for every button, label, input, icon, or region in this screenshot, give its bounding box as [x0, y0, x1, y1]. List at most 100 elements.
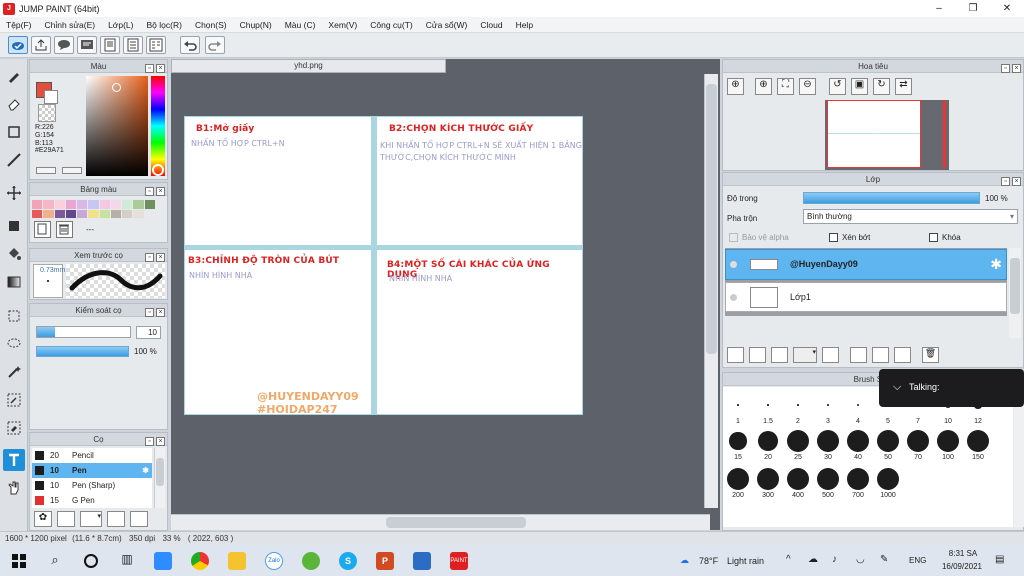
rectangle-tool[interactable]	[3, 121, 25, 143]
panel-close-icon[interactable]: ×	[156, 253, 165, 262]
brush-opacity-slider[interactable]	[36, 346, 129, 357]
brush-size-dot[interactable]	[856, 403, 860, 407]
scroll-thumb[interactable]	[386, 517, 526, 528]
rect-select-tool[interactable]	[3, 305, 25, 327]
background-color-swatch[interactable]	[44, 90, 58, 104]
brush-size-dot[interactable]	[967, 430, 989, 452]
select-pen-tool[interactable]	[3, 389, 25, 411]
clock-date[interactable]: 16/09/2021	[934, 562, 990, 571]
hue-slider-handle[interactable]	[152, 164, 164, 176]
swatch[interactable]	[77, 200, 88, 209]
grid-doc-button[interactable]	[123, 36, 143, 54]
menu-color[interactable]: Màu (C)	[279, 20, 323, 30]
clip-checkbox[interactable]: Xén bớt	[829, 233, 870, 242]
text-tool[interactable]	[3, 449, 25, 471]
canvas-horizontal-scrollbar[interactable]	[171, 514, 710, 530]
swatch[interactable]	[65, 209, 76, 218]
brush-item[interactable]: 15 G Pen	[32, 493, 152, 508]
brush-size-dot[interactable]	[847, 430, 869, 452]
move-tool[interactable]	[3, 182, 25, 204]
canvas-vertical-scrollbar[interactable]	[704, 74, 718, 508]
weather-text[interactable]: Light rain	[727, 556, 764, 566]
brush-settings-icon[interactable]	[107, 511, 125, 527]
brush-size-dot[interactable]	[737, 404, 739, 406]
brush-item[interactable]: 20 Pencil	[32, 448, 152, 463]
swatch[interactable]	[144, 200, 155, 209]
swatch[interactable]	[32, 209, 43, 218]
line-tool[interactable]	[3, 149, 25, 171]
folder-icon[interactable]	[130, 511, 148, 527]
brush-size-dot[interactable]	[937, 430, 959, 452]
swatch[interactable]	[110, 200, 121, 209]
search-icon[interactable]: ⌕	[46, 552, 64, 570]
windows-start-icon[interactable]	[10, 552, 28, 570]
brush-size-dot[interactable]	[727, 468, 749, 490]
brush-copy-icon[interactable]: ▾	[80, 511, 102, 527]
folder-icon[interactable]	[822, 347, 839, 363]
protect-alpha-checkbox[interactable]: Bảo vệ alpha	[729, 233, 789, 242]
gear-icon[interactable]: ✱	[142, 466, 149, 475]
brush-item[interactable]: 10 Pen (Sharp)	[32, 478, 152, 493]
actual-size-icon[interactable]: ▣	[851, 78, 868, 95]
menu-tools[interactable]: Công cụ(T)	[364, 20, 420, 30]
cloud-check-button[interactable]	[8, 36, 28, 54]
speaker-icon[interactable]: ♪	[832, 554, 837, 565]
menu-filter[interactable]: Bộ lọc(R)	[141, 20, 189, 30]
menu-layer[interactable]: Lớp(L)	[102, 20, 140, 30]
panel-close-icon[interactable]: ×	[156, 187, 165, 196]
document-page[interactable]: B1:Mở giấy NHẤN TỔ HỢP CTRL+N B2:CHỌN KÍ…	[184, 116, 583, 416]
brush-size-dot[interactable]	[877, 468, 899, 490]
swatch[interactable]	[110, 209, 121, 218]
layer-row[interactable]: Lớp1	[725, 282, 1007, 312]
scroll-thumb[interactable]	[706, 84, 717, 354]
brush-size-dot[interactable]	[757, 430, 779, 452]
panel-close-icon[interactable]: ×	[1012, 64, 1021, 73]
select-eraser-tool[interactable]	[3, 417, 25, 439]
swatch[interactable]	[54, 200, 65, 209]
layer-add-dropdown-icon[interactable]: ▾	[793, 347, 817, 363]
merge-layer-icon[interactable]	[872, 347, 889, 363]
new-text-layer-icon[interactable]	[771, 347, 788, 363]
swatch[interactable]	[88, 209, 99, 218]
flip-icon[interactable]: ⇄	[895, 78, 912, 95]
zoom-app-icon[interactable]	[154, 552, 172, 570]
trash-icon[interactable]: 🗑	[922, 347, 939, 363]
color-add-button[interactable]	[36, 167, 56, 174]
brush-size-slider[interactable]	[36, 326, 131, 338]
file-explorer-icon[interactable]	[228, 552, 246, 570]
menu-capture[interactable]: Chụp(N)	[234, 20, 279, 30]
language-indicator[interactable]: ENG	[909, 556, 926, 565]
scroll-thumb[interactable]	[1010, 258, 1020, 314]
brush-add-icon[interactable]: ✿	[34, 511, 52, 527]
talking-overlay[interactable]: ⌵ Talking:	[879, 369, 1024, 407]
widgets-icon[interactable]: ▥	[118, 552, 136, 570]
menu-file[interactable]: Tệp(F)	[0, 20, 39, 30]
new-swatch-button[interactable]	[34, 221, 51, 238]
comment-button[interactable]	[54, 36, 74, 54]
visibility-icon[interactable]	[730, 261, 737, 268]
undo-button[interactable]	[180, 36, 200, 54]
blend-mode-select[interactable]: Bình thường ▾	[803, 209, 1018, 224]
task-view-icon[interactable]	[82, 552, 100, 570]
notifications-icon[interactable]: ▤	[995, 554, 1004, 565]
lasso-tool[interactable]	[3, 333, 25, 355]
brush-size-dot[interactable]	[787, 430, 809, 452]
color-remove-button[interactable]	[62, 167, 82, 174]
brush-size-dot[interactable]	[877, 430, 899, 452]
weather-temp[interactable]: 78°F	[699, 556, 718, 566]
panel-restore-icon[interactable]: ▫	[145, 253, 154, 262]
redo-button[interactable]	[205, 36, 225, 54]
transparent-swatch[interactable]	[38, 104, 56, 122]
eraser-tool[interactable]	[3, 93, 25, 115]
panel-restore-icon[interactable]: ▫	[1001, 177, 1010, 186]
new-layer-icon[interactable]	[727, 347, 744, 363]
rotate-right-icon[interactable]: ↻	[873, 78, 890, 95]
magic-wand-tool[interactable]	[3, 361, 25, 383]
brush-size-dot[interactable]	[797, 404, 799, 406]
menu-view[interactable]: Xem(V)	[322, 20, 364, 30]
jump-paint-taskbar-icon[interactable]: PAINT	[450, 552, 468, 570]
app-green-icon[interactable]	[302, 552, 320, 570]
menu-help[interactable]: Help	[510, 20, 540, 30]
wifi-icon[interactable]: ◡	[856, 554, 865, 565]
swatch[interactable]	[155, 200, 166, 209]
